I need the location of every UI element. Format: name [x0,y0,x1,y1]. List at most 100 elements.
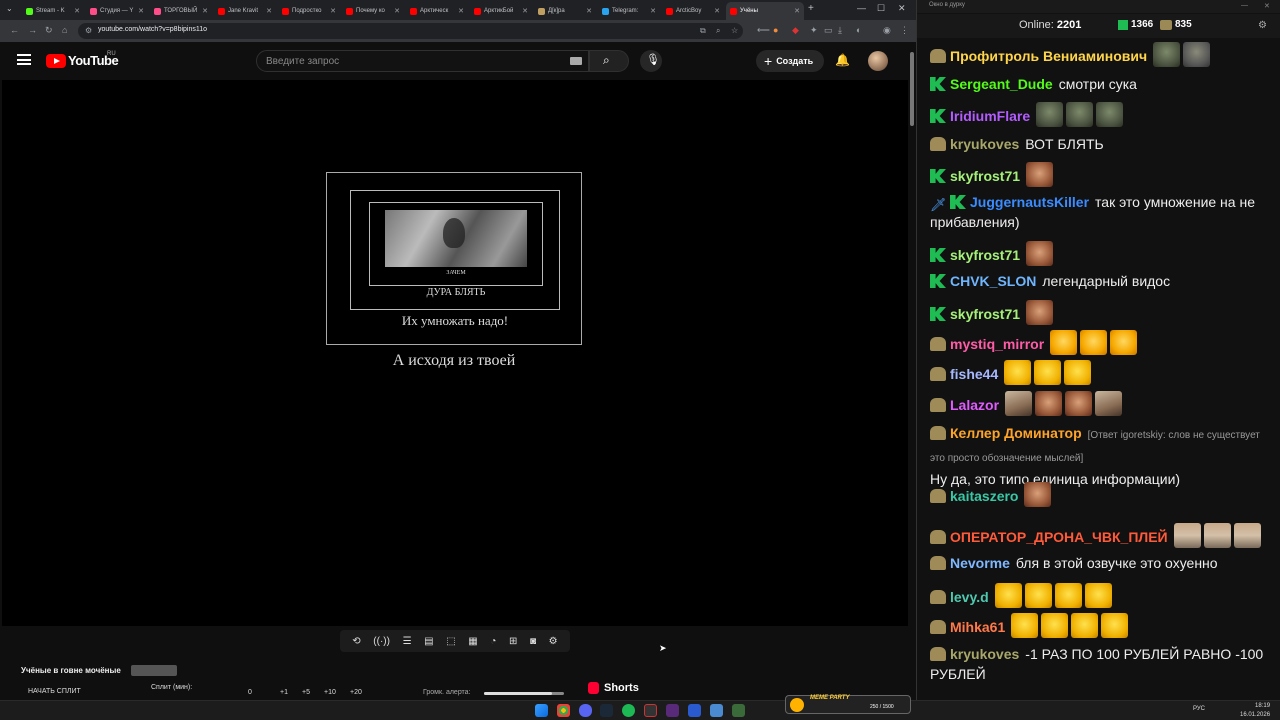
playlist-icon[interactable]: ☰ [403,636,412,647]
tab-close-icon[interactable]: ✕ [794,7,800,15]
youtube-logo[interactable]: YouTube RU [46,51,119,68]
obs-taskbar-icon[interactable] [644,704,657,717]
menu-icon[interactable] [17,54,31,65]
browser-tab[interactable]: Почему ко ✕ [342,2,404,20]
bookmark-star-icon[interactable]: ☆ [731,26,738,35]
search-button[interactable]: ⌕ [589,50,629,72]
chat-username[interactable]: Келлер Доминатор [950,425,1082,441]
tab-close-icon[interactable]: ✕ [138,7,144,15]
chat-minimize-button[interactable]: — [1241,2,1248,9]
chat-settings-gear-icon[interactable]: ⚙ [1258,20,1267,31]
tab-close-icon[interactable]: ✕ [714,7,720,15]
clock[interactable]: 18:19 16.01.2026 [1240,702,1270,720]
app-taskbar-icon[interactable] [710,704,723,717]
browser-tab[interactable]: ТОРГОВЫЙ ✕ [150,2,212,20]
reload-icon[interactable]: ↻ [45,25,53,36]
chat-username[interactable]: kryukoves [950,136,1019,152]
split-option[interactable]: 0 [248,689,252,696]
browser-tab[interactable]: Stream - K ✕ [22,2,84,20]
search-input[interactable]: Введите запрос [256,50,589,72]
forward-icon[interactable]: → [28,25,37,35]
chat-username[interactable]: skyfrost71 [950,306,1020,322]
chrome-taskbar-icon[interactable] [557,704,570,717]
tab-close-icon[interactable]: ✕ [458,7,464,15]
tab-close-icon[interactable]: ✕ [586,7,592,15]
chat-username[interactable]: ОПЕРАТОР_ДРОНА_ЧВК_ПЛЕЙ [950,529,1168,545]
add-icon[interactable]: ⊞ [509,636,517,647]
browser-tab[interactable]: Telegram: ✕ [598,2,660,20]
audio-icon[interactable]: ((·)) [373,636,390,647]
back-icon[interactable]: ← [10,25,19,35]
site-info-icon[interactable]: ⚙ [85,26,92,35]
tab-close-icon[interactable]: ✕ [330,7,336,15]
new-tab-button[interactable]: + [808,3,814,14]
chat-username[interactable]: JuggernautsKiller [970,194,1089,210]
scrollbar-thumb[interactable] [910,52,914,126]
extension-orange-icon[interactable]: ● [773,25,778,35]
tab-close-icon[interactable]: ✕ [266,7,272,15]
spotify-taskbar-icon[interactable] [622,704,635,717]
settings-gear-icon[interactable]: ⚙ [549,636,558,647]
browser-tab[interactable]: Учёны ✕ [726,2,804,20]
chat-username[interactable]: Mihka61 [950,619,1005,635]
chat-username[interactable]: levy.d [950,589,989,605]
tab-close-icon[interactable]: ✕ [394,7,400,15]
browser-tab[interactable]: Студия — Y ✕ [86,2,148,20]
notifications-bell-icon[interactable]: 🔔 [835,53,850,67]
tab-close-icon[interactable]: ✕ [522,7,528,15]
chat-username[interactable]: Nevorme [950,555,1010,571]
chat-close-button[interactable]: ✕ [1264,2,1270,10]
chat-username[interactable]: Профитроль Вениаминович [950,48,1147,64]
extension-red-icon[interactable]: ◆ [792,25,799,36]
zoom-icon[interactable]: ⌕ [716,26,720,36]
chat-username[interactable]: Lalazor [950,397,999,413]
resize-icon[interactable]: ⬚ [446,636,455,647]
tab-close-icon[interactable]: ✕ [202,7,208,15]
chat-username[interactable]: kaitaszero [950,488,1018,504]
download-icon[interactable]: ⤓ [838,25,842,36]
profile-icon[interactable]: ◐ [856,25,861,35]
chat-messages[interactable]: Профитроль Вениаминович Sergeant_Dude смот… [917,38,1280,700]
meme-party-widget[interactable]: MEME PARTY 250 / 1500 [785,695,911,714]
split-option[interactable]: +1 [280,689,288,696]
chat-username[interactable]: Sergeant_Dude [950,76,1053,92]
start-button[interactable] [535,704,548,717]
browser-tab[interactable]: Jane Kravit ✕ [214,2,276,20]
chat-username[interactable]: CHVK_SLON [950,273,1036,289]
chat-username[interactable]: IridiumFlare [950,108,1030,124]
address-bar[interactable]: ⚙ youtube.com/watch?v=p8bipins11o ⧉ ⌕ ☆ [78,23,743,39]
page-scrollbar[interactable] [908,42,916,700]
account-icon[interactable]: ◉ [883,25,891,36]
loop-icon[interactable]: ⟲ [352,636,360,647]
discord-taskbar-icon[interactable] [579,704,592,717]
grid-icon[interactable]: ▦ [468,636,477,647]
keyboard-icon[interactable] [570,57,582,65]
create-button[interactable]: + Создать [756,50,824,72]
clapper-icon[interactable]: ▤ [424,636,433,647]
app-taskbar-icon[interactable] [666,704,679,717]
chat-username[interactable]: skyfrost71 [950,247,1020,263]
chat-username[interactable]: skyfrost71 [950,168,1020,184]
avatar[interactable] [868,51,888,71]
input-language[interactable]: РУС [1193,706,1205,712]
alert-volume-slider[interactable] [484,692,564,695]
browser-tab[interactable]: Арктическ ✕ [406,2,468,20]
voice-search-button[interactable]: 🎙 [640,50,662,72]
shorts-shelf-header[interactable]: Shorts [588,682,639,694]
tab-close-icon[interactable]: ✕ [74,7,80,15]
telegram-taskbar-icon[interactable] [688,704,701,717]
extensions-puzzle-icon[interactable]: ✦ [810,25,818,36]
chat-username[interactable]: mystiq_mirror [950,336,1044,352]
browser-tab[interactable]: Д[к]ра ✕ [534,2,596,20]
browser-menu-icon[interactable]: ⋮ [900,25,909,36]
title-badge[interactable] [131,665,177,676]
steam-taskbar-icon[interactable] [600,704,613,717]
browser-tab[interactable]: ArcticBoy ✕ [662,2,724,20]
browser-tab[interactable]: АрктикБой ✕ [470,2,532,20]
screenshot-icon[interactable]: ◙ [530,636,536,647]
browser-tab[interactable]: Подростко ✕ [278,2,340,20]
split-option[interactable]: +20 [350,689,362,696]
app-taskbar-icon[interactable] [732,704,745,717]
tab-close-icon[interactable]: ✕ [650,7,656,15]
sidepanel-icon[interactable]: ▭ [824,25,833,36]
